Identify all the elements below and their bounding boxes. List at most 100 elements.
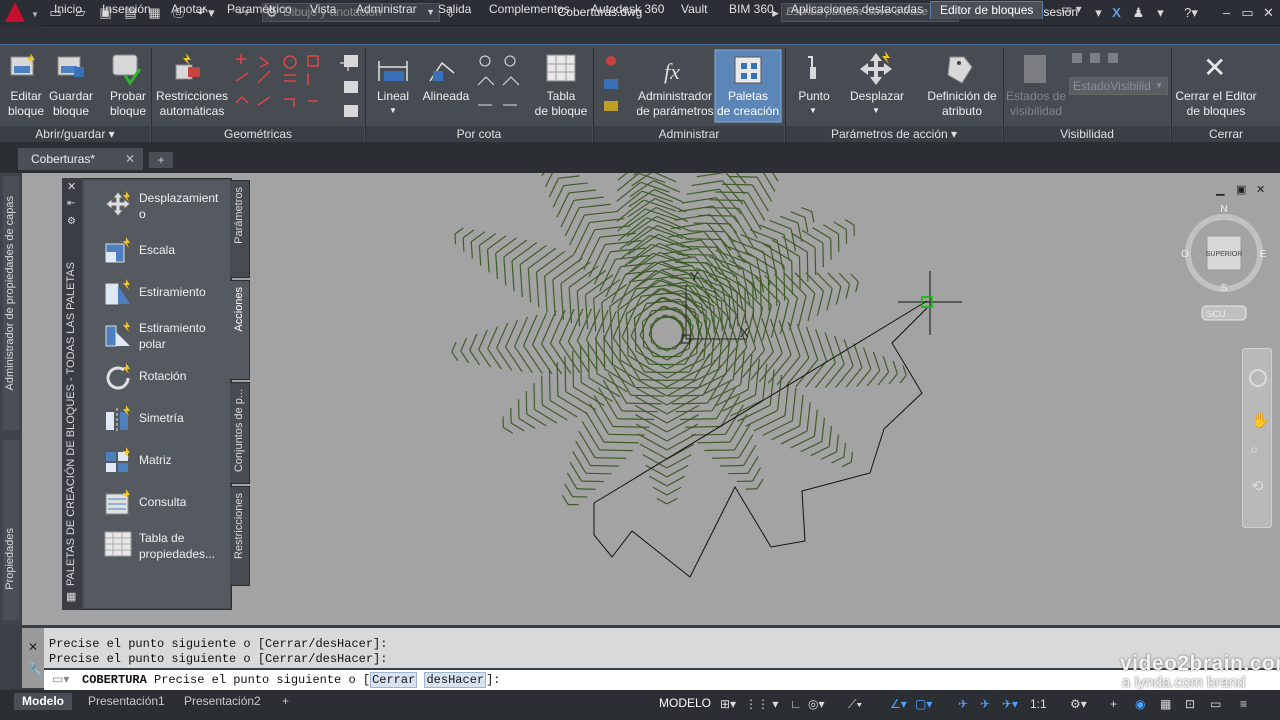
chevron-down-icon[interactable]: ▾ [1152, 4, 1169, 21]
tab-autodesk-360[interactable]: Autodesk 360 [582, 1, 673, 19]
object-snap-icon[interactable]: ▢▾ [915, 697, 932, 711]
palette-tab-conjuntos[interactable]: Conjuntos de p... [230, 382, 250, 484]
palette-tab-acciones[interactable]: Acciones [230, 280, 250, 380]
add-layout-button[interactable]: + [274, 693, 297, 710]
panel-geometric[interactable]: Geométricas [152, 126, 364, 142]
palette-item-properties-table[interactable]: Tabla de propiedades... [88, 526, 228, 564]
dynamic-ucs-icon[interactable]: ∠▾ [890, 697, 907, 711]
snap-icon[interactable]: ⋮⋮ ▾ [745, 697, 778, 711]
tab-vault[interactable]: Vault [672, 1, 716, 19]
palette-tab-parametros[interactable]: Parámetros [230, 180, 250, 278]
test-block-button[interactable]: Probar bloque [104, 89, 152, 119]
palette-item-scale[interactable]: Escala [88, 232, 228, 270]
minimize-icon[interactable]: – [1218, 4, 1235, 21]
linear-button[interactable]: Lineal [368, 89, 418, 104]
option-deshacer[interactable]: desHacer [424, 672, 487, 688]
ortho-icon[interactable]: ∟ [790, 697, 802, 711]
block-table-button[interactable]: Tabla de bloque [532, 89, 590, 119]
tab-bim-360[interactable]: BIM 360 [720, 1, 783, 19]
model-space-button[interactable]: MODELO [659, 696, 711, 710]
tab-anotar[interactable]: Anotar [162, 1, 215, 19]
maximize-icon[interactable]: ▭ [1239, 4, 1256, 21]
palette-item-array[interactable]: Matriz [88, 442, 228, 480]
workspace-switch-icon[interactable]: ⚙▾ [1070, 697, 1087, 711]
zoom-extents-icon[interactable]: ⌕ [1250, 441, 1258, 458]
tab-parametrico[interactable]: Paramétrico [218, 1, 301, 19]
application-menu-button[interactable]: ▼ [0, 0, 42, 26]
annotation-visibility-icon[interactable]: ✈ [958, 697, 968, 711]
palette-item-rotate[interactable]: Rotación [88, 358, 228, 396]
panel-manage[interactable]: Administrar [594, 126, 784, 142]
palette-item-move[interactable]: Desplazamient o [88, 186, 228, 224]
point-button[interactable]: Punto [788, 89, 840, 104]
steering-wheel-icon[interactable] [1249, 369, 1267, 387]
layout-tab-presentacion1[interactable]: Presentación1 [80, 693, 173, 710]
palette-item-flip[interactable]: Simetría [88, 400, 228, 438]
tab-insercion[interactable]: Inserción [93, 1, 160, 19]
authoring-palettes-button[interactable]: Paletas de creación [716, 89, 780, 119]
save-block-button[interactable]: Guardar bloque [48, 89, 94, 119]
hardware-acceleration-icon[interactable]: ▦ [1160, 697, 1171, 711]
option-cerrar[interactable]: Cerrar [370, 672, 418, 688]
help-icon[interactable]: ?▾ [1178, 4, 1204, 21]
isodraft-icon[interactable]: ⟋▾ [848, 697, 862, 712]
tab-administrar[interactable]: Administrar [347, 1, 426, 19]
tab-salida[interactable]: Salida [429, 1, 480, 19]
palette-properties-icon[interactable]: ⚙ [67, 216, 76, 227]
panel-action-parameters[interactable]: Parámetros de acción ▾ [786, 126, 1002, 142]
panel-dimensional[interactable]: Por cota [366, 126, 592, 142]
panel-close[interactable]: Cerrar [1172, 126, 1280, 142]
parameter-manager-button[interactable]: Administrador de parámetros [632, 89, 718, 119]
document-tab[interactable]: Coberturas* ✕ [18, 148, 143, 170]
attribute-definition-button[interactable]: Definición de atributo [922, 89, 1002, 119]
palette-item-stretch[interactable]: Estiramiento [88, 274, 228, 312]
isolate-objects-icon[interactable]: ◉ [1135, 697, 1145, 711]
annotation-scale-value[interactable]: 1:1 [1030, 697, 1047, 711]
layer-properties-collapsed-tab[interactable]: Administrador de propiedades de capas [3, 176, 19, 430]
ribbon-minimize-button[interactable]: ▭ ▾ [1052, 1, 1091, 19]
grid-icon[interactable]: ⊞▾ [720, 697, 736, 711]
palette-menu-icon[interactable]: ▦ [66, 590, 76, 603]
annotation-scale-icon[interactable]: ✈▾ [1002, 697, 1018, 711]
exchange-apps-icon[interactable]: X [1108, 4, 1125, 21]
tab-editor-de-bloques[interactable]: Editor de bloques [930, 1, 1044, 19]
layout-tab-modelo[interactable]: Modelo [14, 693, 72, 710]
customization-icon[interactable]: ≡ [1240, 697, 1247, 711]
edit-block-button[interactable]: Editar bloque [4, 89, 48, 119]
annotation-monitor-icon[interactable]: + [1110, 697, 1117, 711]
auto-hide-icon[interactable]: ⇤ [67, 198, 75, 209]
close-icon[interactable]: ✕ [1260, 4, 1277, 21]
lock-ui-icon[interactable]: ⊡ [1185, 697, 1195, 711]
wrench-icon[interactable]: 🔧 [27, 662, 43, 678]
auto-scale-icon[interactable]: ✈ [980, 697, 990, 711]
palette-item-polar-stretch[interactable]: Estiramiento polar [88, 316, 228, 354]
auto-constraints-button[interactable]: Restricciones automáticas [154, 89, 230, 119]
orbit-icon[interactable]: ⟲ [1251, 477, 1264, 495]
properties-collapsed-tab[interactable]: Propiedades [3, 440, 19, 620]
close-icon[interactable]: ✕ [28, 640, 38, 654]
tab-inicio[interactable]: Inicio [45, 1, 91, 19]
tab-vista[interactable]: Vista [301, 1, 345, 19]
chevron-down-icon[interactable]: ▾ [1090, 4, 1107, 21]
visibility-state-dropdown[interactable]: EstadoVisibilid ▼ [1069, 77, 1168, 95]
close-icon[interactable]: ✕ [125, 148, 135, 170]
panel-visibility[interactable]: Visibilidad [1004, 126, 1170, 142]
navigation-bar[interactable]: ✋ ⌕ ⟲ [1242, 348, 1272, 528]
panel-open-save[interactable]: Abrir/guardar ▾ [0, 126, 150, 142]
tab-complementos[interactable]: Complementos [480, 1, 579, 19]
aligned-button[interactable]: Alineada [418, 89, 474, 104]
polar-icon[interactable]: ◎▾ [808, 697, 825, 711]
palette-tab-restricciones[interactable]: Restricciones [230, 486, 250, 586]
clean-screen-icon[interactable]: ▭ [1210, 697, 1221, 711]
new-tab-button[interactable]: + [149, 152, 173, 168]
close-block-editor-button[interactable]: Cerrar el Editor de bloques [1172, 89, 1260, 119]
connect-icon[interactable]: ♟ [1130, 4, 1147, 21]
close-icon[interactable]: ✕ [67, 180, 76, 193]
move-button[interactable]: Desplazar [844, 89, 910, 104]
visibility-states-button[interactable]: Estados de visibilidad [1004, 89, 1068, 119]
command-line-input[interactable]: ▭▾ COBERTURA Precise el punto siguiente … [44, 670, 1280, 690]
pan-icon[interactable]: ✋ [1251, 411, 1270, 429]
tab-aplicaciones-destacadas[interactable]: Aplicaciones destacadas [782, 1, 932, 19]
palette-item-lookup[interactable]: Consulta [88, 484, 228, 522]
layout-tab-presentacion2[interactable]: Presentación2 [176, 693, 269, 710]
